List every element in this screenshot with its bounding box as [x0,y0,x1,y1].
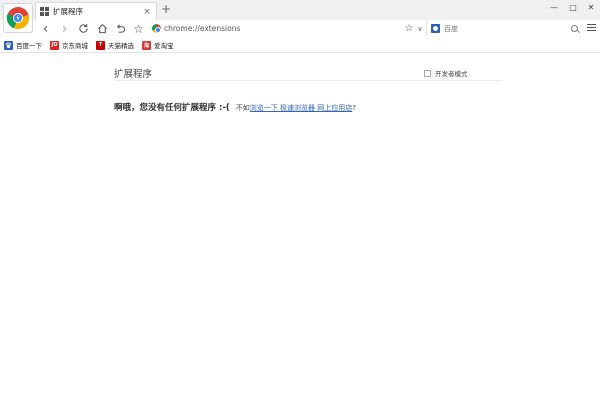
maximize-button[interactable]: □ [566,2,580,14]
jd-icon: JD [50,40,59,50]
undo-close-tab-button[interactable] [113,21,128,36]
aitaobao-icon: 淘 [142,40,151,50]
tmall-icon: T [96,40,105,50]
page-content: 扩展程序 开发者模式 啊哦，您没有任何扩展程序 :-( 不如 浏览一下 极速浏览… [0,54,600,397]
empty-message: 啊哦，您没有任何扩展程序 :-( [114,103,230,113]
menu-button[interactable] [585,22,597,34]
empty-state: 啊哦，您没有任何扩展程序 :-( 不如 浏览一下 极速浏览器 网上应用店 ? [114,101,356,113]
chrome-logo-icon [6,7,29,30]
divider [114,80,501,81]
minimize-button[interactable]: — [547,2,561,14]
reload-icon [79,23,88,33]
home-icon [98,23,107,34]
tab-title: 扩展程序 [53,7,83,16]
new-tab-button[interactable]: + [161,2,171,16]
baidu-engine-icon[interactable] [431,24,440,33]
chrome-page-icon [152,24,161,33]
suggest-suffix: ? [352,104,356,112]
back-button[interactable]: ‹ [38,21,53,37]
web-store-link[interactable]: 浏览一下 极速浏览器 网上应用店 [250,103,352,113]
undo-icon [117,24,126,33]
developer-mode-checkbox[interactable] [424,69,431,77]
tab-extensions[interactable]: 扩展程序 × [35,2,157,20]
chevron-down-icon[interactable]: ∨ [415,25,425,33]
bookmark-baidu[interactable]: 百度一下 [4,40,42,50]
search-icon[interactable] [569,23,581,35]
suggest-prefix: 不如 [235,104,250,112]
address-bar[interactable]: chrome://extensions ☆ ∨ [149,21,425,36]
bookmark-star-button[interactable]: ☆ [131,21,146,36]
developer-mode-label: 开发者模式 [435,70,468,78]
reload-button[interactable] [76,21,91,36]
address-url[interactable]: chrome://extensions [164,24,403,33]
developer-mode-toggle[interactable]: 开发者模式 [424,68,468,78]
page-title: 扩展程序 [114,69,153,80]
tab-close-icon[interactable]: × [141,7,153,17]
bookmark-jd[interactable]: JD 京东商城 [50,40,88,50]
home-button[interactable] [95,21,110,36]
star-icon[interactable]: ☆ [403,23,415,34]
baidu-icon [4,40,13,50]
bookmark-aitaobao[interactable]: 淘 爱淘宝 [142,40,174,50]
extensions-grid-icon [40,7,49,16]
forward-button[interactable]: › [57,21,72,37]
search-input[interactable] [444,24,569,33]
close-window-button[interactable]: ✕ [584,2,598,14]
bookmark-tmall[interactable]: T 天猫精选 [96,40,134,50]
browser-logo[interactable] [3,3,33,33]
bookmarks-bar: 百度一下 JD 京东商城 T 天猫精选 淘 爱淘宝 [0,38,600,53]
search-box[interactable] [426,21,583,36]
